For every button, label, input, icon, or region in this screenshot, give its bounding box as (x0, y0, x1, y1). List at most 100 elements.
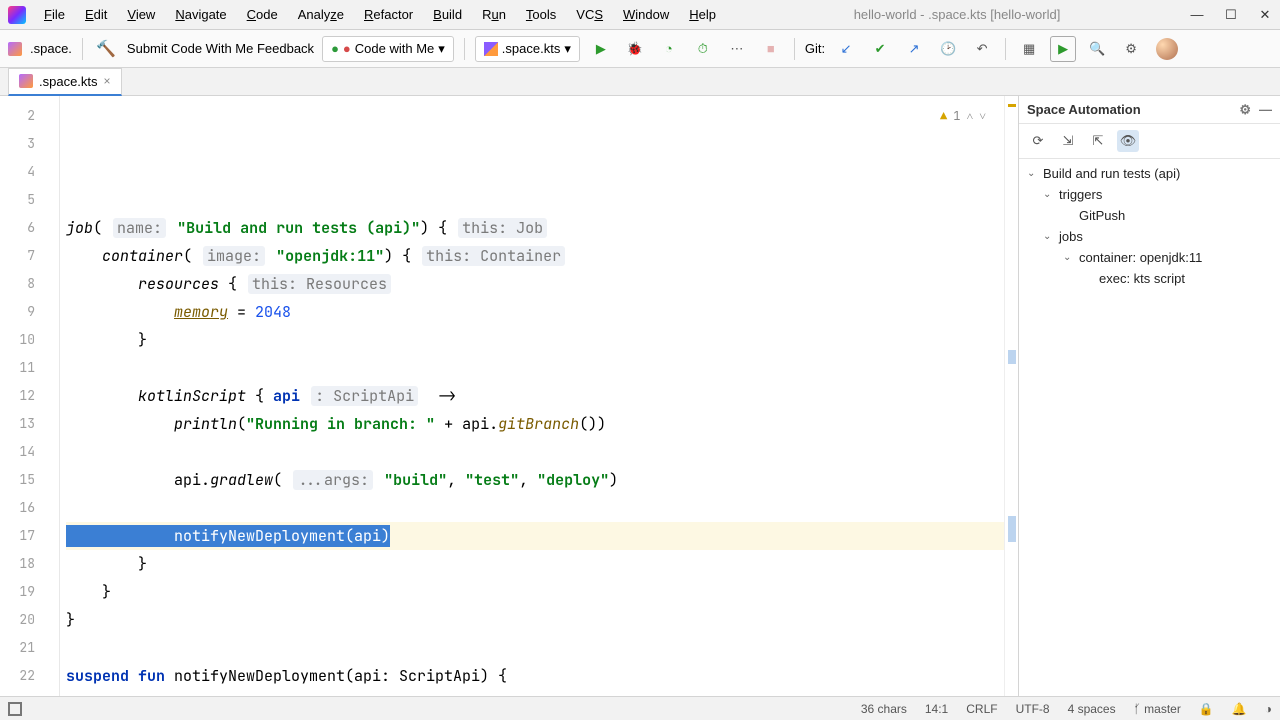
change-marker[interactable] (1008, 350, 1016, 364)
menu-vcs[interactable]: VCS (568, 3, 611, 26)
stop-button[interactable]: ■ (758, 36, 784, 62)
line-number[interactable]: 16 (0, 494, 35, 522)
line-number[interactable]: 10 (0, 326, 35, 354)
menu-view[interactable]: View (119, 3, 163, 26)
close-tab-icon[interactable]: × (104, 74, 111, 88)
error-stripe[interactable] (1004, 96, 1018, 696)
close-window-button[interactable]: ✕ (1258, 7, 1272, 23)
minimize-button[interactable]: — (1190, 7, 1204, 23)
menu-navigate[interactable]: Navigate (167, 3, 234, 26)
menu-code[interactable]: Code (239, 3, 286, 26)
expand-all-icon[interactable]: ⇲ (1057, 130, 1079, 152)
line-number[interactable]: 19 (0, 578, 35, 606)
git-rollback-button[interactable]: ↶ (969, 36, 995, 62)
code-line[interactable]: suspend fun notifyNewDeployment(api: Scr… (66, 662, 1004, 690)
profile-button[interactable]: ⏱ (690, 36, 716, 62)
git-update-button[interactable]: ↙ (833, 36, 859, 62)
readonly-lock-icon[interactable]: 🔒 (1199, 702, 1214, 716)
change-marker[interactable] (1008, 516, 1016, 542)
code-line[interactable]: val recipient = MessageRecipient.Channel… (66, 690, 1004, 696)
inspection-widget[interactable]: ▲ 1 ˄ ˅ (940, 102, 986, 130)
tree-root[interactable]: ⌄Build and run tests (api) (1023, 163, 1276, 184)
attach-button[interactable]: ⋯ (724, 36, 750, 62)
git-commit-button[interactable]: ✔ (867, 36, 893, 62)
tree-jobs[interactable]: ⌄jobs (1023, 226, 1276, 247)
warning-marker[interactable] (1008, 104, 1016, 107)
automation-tree[interactable]: ⌄Build and run tests (api) ⌄triggers Git… (1019, 159, 1280, 293)
line-number[interactable]: 21 (0, 634, 35, 662)
code-line[interactable] (66, 354, 1004, 382)
line-number[interactable]: 12 (0, 382, 35, 410)
caret-position[interactable]: 14:1 (925, 702, 948, 716)
code-line[interactable] (66, 438, 1004, 466)
line-number[interactable]: 4 (0, 158, 35, 186)
code-line[interactable]: resources { this: Resources (66, 270, 1004, 298)
panel-minimize-icon[interactable]: — (1259, 102, 1272, 117)
code-line[interactable]: } (66, 326, 1004, 354)
notifications-icon[interactable]: 🔔 (1232, 702, 1247, 716)
line-number[interactable]: 7 (0, 242, 35, 270)
tree-exec[interactable]: exec: kts script (1023, 268, 1276, 289)
code-line[interactable]: } (66, 606, 1004, 634)
memory-indicator-icon[interactable]: ◑ (1265, 702, 1272, 716)
coverage-button[interactable]: ◔ (656, 36, 682, 62)
run-button[interactable]: ▶ (588, 36, 614, 62)
settings-button[interactable]: ⚙ (1118, 36, 1144, 62)
code-with-me-dropdown[interactable]: ●● Code with Me ▾ (322, 36, 454, 62)
run-config-dropdown[interactable]: .space.kts ▾ (475, 36, 580, 62)
maximize-button[interactable]: ☐ (1224, 7, 1238, 23)
menu-file[interactable]: File (36, 3, 73, 26)
next-highlight-icon[interactable]: ˅ (979, 102, 986, 130)
menu-tools[interactable]: Tools (518, 3, 564, 26)
line-number[interactable]: 17 (0, 522, 35, 550)
execute-button[interactable]: ▶ (1050, 36, 1076, 62)
line-number[interactable]: 22 (0, 662, 35, 690)
menu-window[interactable]: Window (615, 3, 677, 26)
feedback-link[interactable]: Submit Code With Me Feedback (127, 41, 314, 56)
code-line[interactable] (66, 494, 1004, 522)
breadcrumb-text[interactable]: .space. (30, 41, 72, 56)
tree-trigger-item[interactable]: GitPush (1023, 205, 1276, 226)
line-number[interactable]: 9 (0, 298, 35, 326)
line-number[interactable]: 3 (0, 130, 35, 158)
tree-container[interactable]: ⌄container: openjdk:11 (1023, 247, 1276, 268)
menu-help[interactable]: Help (681, 3, 724, 26)
menu-build[interactable]: Build (425, 3, 470, 26)
code-line[interactable]: } (66, 578, 1004, 606)
code-line[interactable] (66, 634, 1004, 662)
code-area[interactable]: ▲ 1 ˄ ˅ job( name: "Build and run tests … (60, 96, 1004, 696)
menu-analyze[interactable]: Analyze (290, 3, 352, 26)
code-editor[interactable]: 2345678910111213141516171819202122 ▲ 1 ˄… (0, 96, 1018, 696)
code-line[interactable]: } (66, 550, 1004, 578)
tree-triggers[interactable]: ⌄triggers (1023, 184, 1276, 205)
line-number[interactable]: 11 (0, 354, 35, 382)
code-line[interactable]: println("Running in branch: " + api.gitB… (66, 410, 1004, 438)
line-number[interactable]: 14 (0, 438, 35, 466)
menu-refactor[interactable]: Refactor (356, 3, 421, 26)
tool-window-quick-access-icon[interactable] (8, 702, 22, 716)
debug-button[interactable]: 🐞 (622, 36, 648, 62)
search-button[interactable]: 🔍 (1084, 36, 1110, 62)
code-line[interactable]: container( image: "openjdk:11") { this: … (66, 242, 1004, 270)
panel-settings-icon[interactable]: ⚙ (1239, 102, 1251, 118)
code-line[interactable]: api.gradlew( ...args: "build", "test", "… (66, 466, 1004, 494)
refresh-icon[interactable]: ⟳ (1027, 130, 1049, 152)
file-encoding[interactable]: UTF-8 (1016, 702, 1050, 716)
tool1-button[interactable]: ▦ (1016, 36, 1042, 62)
collapse-all-icon[interactable]: ⇱ (1087, 130, 1109, 152)
git-history-button[interactable]: 🕑 (935, 36, 961, 62)
menu-run[interactable]: Run (474, 3, 514, 26)
git-branch[interactable]: ᚶ master (1134, 702, 1181, 716)
code-line[interactable]: notifyNewDeployment(api) (66, 522, 1004, 550)
line-number[interactable]: 15 (0, 466, 35, 494)
code-line[interactable]: memory = 2048 (66, 298, 1004, 326)
line-number[interactable]: 6 (0, 214, 35, 242)
prev-highlight-icon[interactable]: ˄ (966, 102, 973, 130)
code-line[interactable]: job( name: "Build and run tests (api)") … (66, 214, 1004, 242)
line-number[interactable]: 13 (0, 410, 35, 438)
line-number[interactable]: 20 (0, 606, 35, 634)
menu-edit[interactable]: Edit (77, 3, 115, 26)
build-project-button[interactable]: 🔨 (93, 36, 119, 62)
git-push-button[interactable]: ↗ (901, 36, 927, 62)
line-number[interactable]: 18 (0, 550, 35, 578)
